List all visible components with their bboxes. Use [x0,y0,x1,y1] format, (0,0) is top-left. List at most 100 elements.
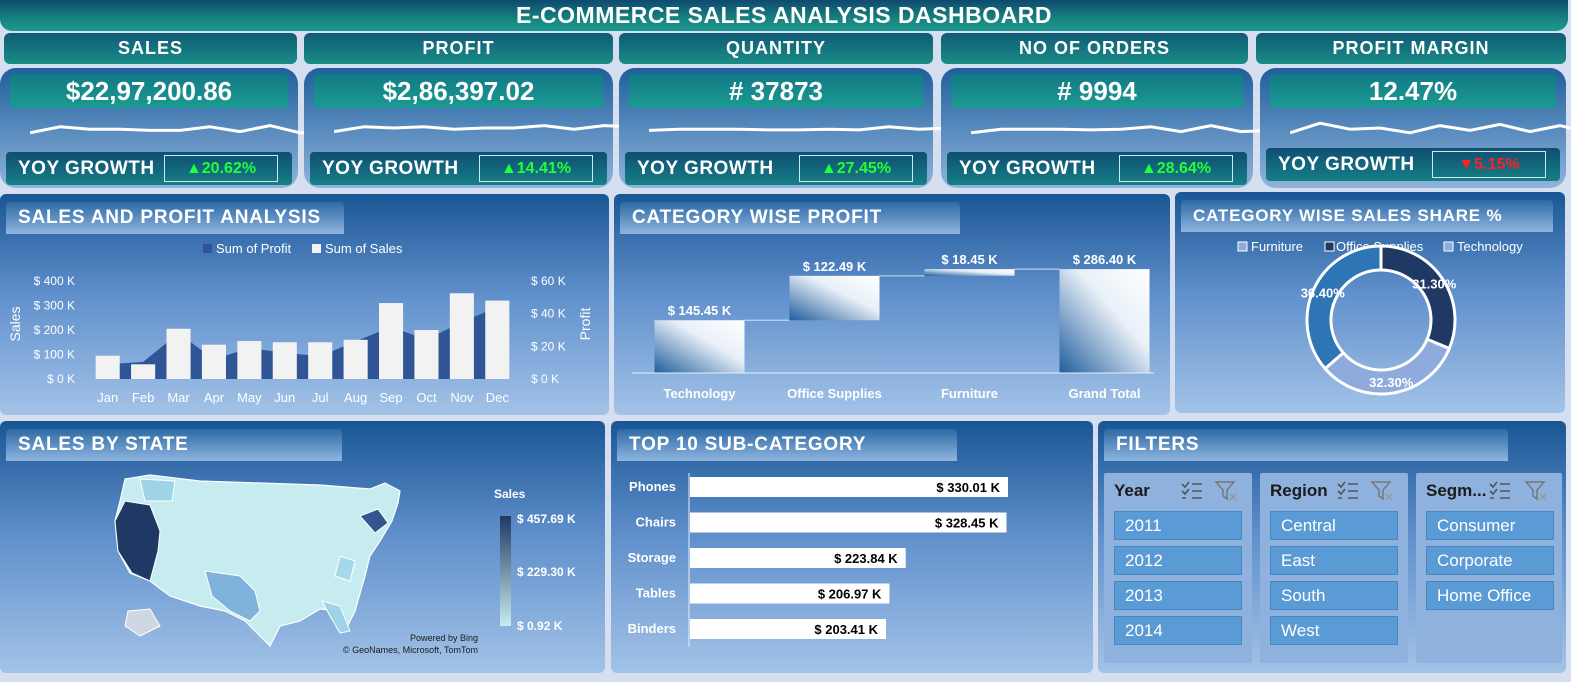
sparkline-path [649,125,949,132]
kpi-header-orders: NO OF ORDERS [941,33,1248,64]
state-california[interactable] [114,500,161,582]
multi-select-icon[interactable] [1336,479,1360,501]
kpi-sparkline [971,124,1271,135]
subcategory-bar-chart: $ 330.01 K Phones $ 328.45 K Chairs $ 223.84… [628,473,1008,647]
kpi-card-profit: $2,86,397.02 YOY GROWTH ▲14.41% [304,68,634,188]
slicer-item-west[interactable]: West [1270,616,1398,645]
y-axis-label-right: Profit [577,308,593,341]
sales-bar [379,303,404,379]
y-tick-right: $ 0 K [531,372,559,386]
slicer-item-2012[interactable]: 2012 [1114,546,1242,575]
y-tick-left: $ 400 K [34,274,75,288]
y-tick: Tables [636,586,676,601]
sales-bar [449,293,474,379]
slicer-item-2013[interactable]: 2013 [1114,581,1242,610]
data-label: $ 145.45 K [668,303,732,318]
sales-bar [201,344,226,379]
slicer-item-east[interactable]: East [1270,546,1398,575]
data-label: $ 122.49 K [803,259,867,274]
x-tick: May [237,390,262,405]
map-legend-scale [500,516,511,626]
kpi-header-profit-margin: PROFIT MARGIN [1256,33,1566,64]
us-state-map[interactable]: Sales $ 457.69 K $ 229.30 K $ 0.92 K Pow… [0,461,605,673]
x-tick: Dec [486,390,510,405]
kpi-yoy-value: ▲27.45% [799,155,913,182]
legend-swatch-furniture [1237,241,1248,252]
sales-profit-chart: Sum of Profit Sum of Sales Sales Profit … [7,241,593,405]
legend-profit: Sum of Profit [216,241,292,256]
kpi-card-profit-margin: 12.47% YOY GROWTH ▼5.15% [1260,68,1571,188]
slicer-item-2014[interactable]: 2014 [1114,616,1242,645]
kpi-card-sales: $22,97,200.86 YOY GROWTH ▲20.62% [0,68,330,188]
sparkline-path [334,124,634,134]
kpi-card-orders: # 9994 YOY GROWTH ▲28.64% [941,68,1271,188]
slice-label: 36.40% [1301,285,1346,300]
y-tick-left: $ 0 K [47,372,75,386]
y-tick: Chairs [636,515,676,530]
legend-swatch-profit [203,244,212,253]
x-tick: Furniture [941,386,998,401]
kpi-yoy-label: YOY GROWTH [1278,154,1415,175]
slicer-region: Region Central East South West [1260,473,1408,663]
kpi-yoy-value: ▼5.15% [1432,151,1546,178]
x-tick: Oct [416,390,437,405]
multi-select-icon[interactable] [1180,479,1204,501]
donut-slice [1305,244,1383,371]
x-tick: Sep [379,390,402,405]
slicer-item-south[interactable]: South [1270,581,1398,610]
kpi-sparkline [334,124,634,134]
map-credit-bing: Powered by Bing [410,633,478,643]
slicer-title: Year [1114,481,1150,500]
slicer-item-corporate[interactable]: Corporate [1426,546,1554,575]
slicer-title: Segm... [1426,481,1487,500]
map-legend-mid: $ 229.30 K [517,565,576,579]
waterfall-bar [1059,269,1150,373]
x-tick: Jan [97,390,118,405]
slicer-item-2011[interactable]: 2011 [1114,511,1242,540]
panel-title: CATEGORY WISE SALES SHARE % [1181,200,1553,232]
state-washington[interactable] [139,478,176,502]
kpi-yoy-box: YOY GROWTH ▲27.45% [625,152,927,185]
slicer-year: Year 2011 2012 2013 2014 [1104,473,1252,663]
y-tick-right: $ 40 K [531,307,566,321]
panel-title: SALES AND PROFIT ANALYSIS [6,202,344,234]
category-profit-chart: $ 145.45 K$ 122.49 K $ 18.45 K $ 286.40 K … [632,252,1154,401]
kpi-card-quantity: # 37873 YOY GROWTH ▲27.45% [619,68,949,188]
slicer-item-central[interactable]: Central [1270,511,1398,540]
clear-filter-icon[interactable] [1370,479,1396,503]
filters-panel: FILTERS Year 2011 2012 2013 2014 Region … [1098,421,1566,673]
panel-title: TOP 10 SUB-CATEGORY [617,429,957,461]
slice-label: 31.30% [1412,277,1457,292]
panel-title: FILTERS [1104,429,1508,461]
slicer-title: Region [1270,481,1328,500]
clear-filter-icon[interactable] [1524,479,1550,503]
legend-swatch-sales [312,244,321,253]
slicer-item-consumer[interactable]: Consumer [1426,511,1554,540]
slicer-item-home-office[interactable]: Home Office [1426,581,1554,610]
sales-bar [272,342,297,379]
y-tick: Storage [628,550,676,565]
multi-select-icon[interactable] [1488,479,1512,501]
kpi-yoy-value: ▲20.62% [164,155,278,182]
waterfall-bar [924,269,1015,276]
kpi-value: $22,97,200.86 [10,74,288,108]
kpi-header-quantity: QUANTITY [619,33,933,64]
legend-swatch-office-supplies [1324,241,1335,252]
x-tick: Jun [274,390,295,405]
panel-title: CATEGORY WISE PROFIT [620,202,960,234]
kpi-yoy-box: YOY GROWTH ▼5.15% [1266,148,1560,181]
legend-sales: Sum of Sales [325,241,403,256]
slice-label: 32.30% [1369,375,1414,390]
dashboard-title: E-COMMERCE SALES ANALYSIS DASHBOARD [0,0,1568,31]
y-tick: Phones [629,479,676,494]
data-label: $ 223.84 K [834,551,898,566]
clear-filter-icon[interactable] [1214,479,1240,503]
data-label: $ 203.41 K [814,622,878,637]
kpi-value: 12.47% [1270,74,1556,108]
x-tick: Nov [450,390,474,405]
kpi-value: # 37873 [629,74,923,108]
kpi-sparkline [649,125,949,132]
sales-bar [343,339,368,379]
legend-technology: Technology [1457,239,1523,254]
data-label: $ 206.97 K [818,587,882,602]
